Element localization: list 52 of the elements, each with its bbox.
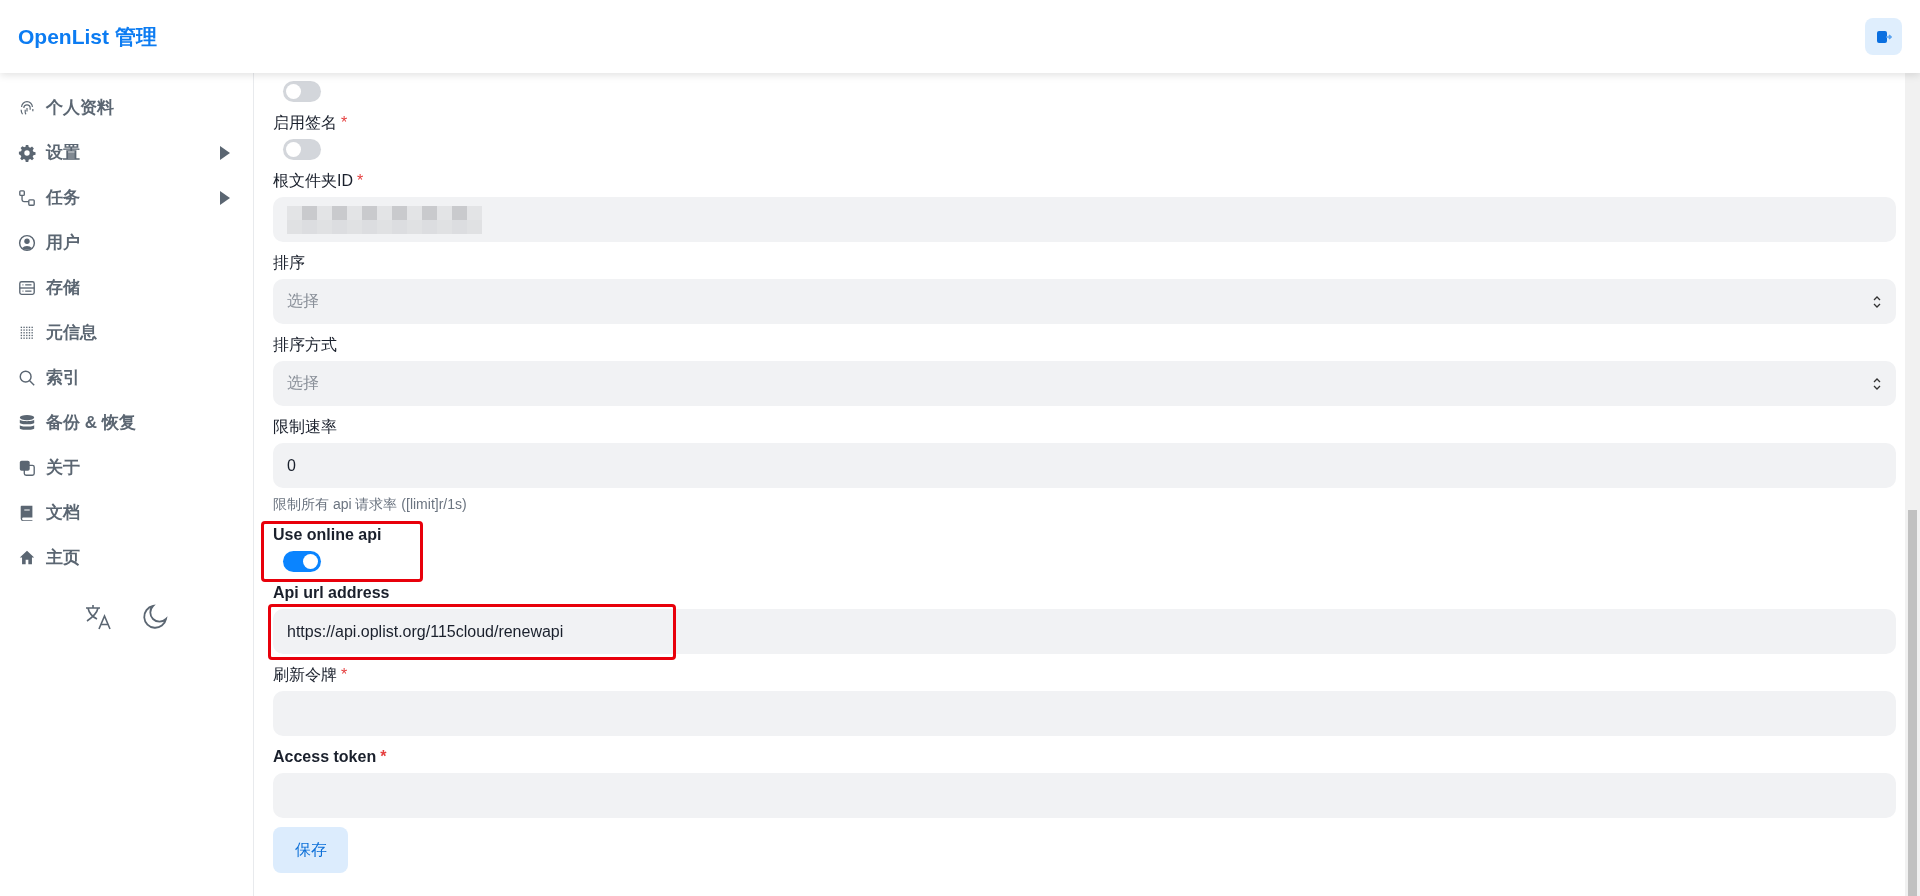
sidebar-item[interactable]: 用户 [0, 220, 253, 265]
toggle-switch[interactable] [283, 551, 321, 572]
sidebar-item[interactable]: 存储 [0, 265, 253, 310]
field-label: 排序 [273, 253, 305, 273]
logout-button[interactable] [1865, 18, 1902, 55]
field-label: Use online api [273, 525, 382, 545]
save-button[interactable]: 保存 [273, 827, 348, 873]
search-icon [18, 368, 36, 387]
expand-arrow-icon [219, 144, 231, 161]
flow-icon [18, 188, 36, 207]
chevron-updown-icon [1872, 294, 1882, 309]
sidebar-item[interactable]: 个人资料 [0, 85, 253, 130]
sidebar-item[interactable]: 元信息 [0, 310, 253, 355]
home-icon [18, 548, 36, 567]
expand-arrow-icon [219, 189, 231, 206]
gear-icon [18, 143, 36, 162]
logout-icon [1875, 28, 1892, 45]
scrollbar[interactable] [1905, 73, 1920, 896]
field-label: 启用签名 * [273, 113, 348, 133]
required-asterisk: * [341, 666, 348, 683]
translate-icon[interactable] [83, 602, 114, 632]
field-label: 排序方式 [273, 335, 337, 355]
sidebar-item[interactable]: 索引 [0, 355, 253, 400]
sidebar-item[interactable]: 备份 & 恢复 [0, 400, 253, 445]
database-icon [18, 413, 36, 432]
sidebar-item[interactable]: 关于 [0, 445, 253, 490]
help-text: 限制所有 api 请求率 ([limit]r/1s) [273, 495, 467, 514]
storage-icon [18, 278, 36, 297]
squares-icon [18, 458, 36, 477]
select-field[interactable]: 选择 [273, 279, 1896, 324]
required-asterisk: * [341, 114, 348, 131]
field-label: 限制速率 [273, 417, 337, 437]
chevron-updown-icon [1872, 376, 1882, 391]
field-label: 刷新令牌 * [273, 665, 348, 685]
sidebar-item[interactable]: 任务 [0, 175, 253, 220]
field-label: Api url address [273, 583, 390, 603]
toggle-switch[interactable] [283, 81, 321, 102]
required-asterisk: * [357, 172, 364, 189]
sidebar-item[interactable]: 文档 [0, 490, 253, 535]
toggle-switch[interactable] [283, 139, 321, 160]
sidebar-item[interactable]: 设置 [0, 130, 253, 175]
input-field[interactable]: https://api.oplist.org/115cloud/renewapi [273, 609, 1896, 654]
input-field[interactable]: 0 [273, 443, 1896, 488]
field-label: 根文件夹ID * [273, 171, 364, 191]
select-field[interactable]: 选择 [273, 361, 1896, 406]
fingerprint-icon [18, 98, 36, 117]
user-icon [18, 233, 36, 252]
required-asterisk: * [380, 748, 387, 765]
app-title: OpenList 管理 [18, 23, 157, 50]
input-field[interactable] [273, 197, 1896, 242]
sidebar-item[interactable]: 主页 [0, 535, 253, 580]
field-label: Access token * [273, 747, 387, 767]
